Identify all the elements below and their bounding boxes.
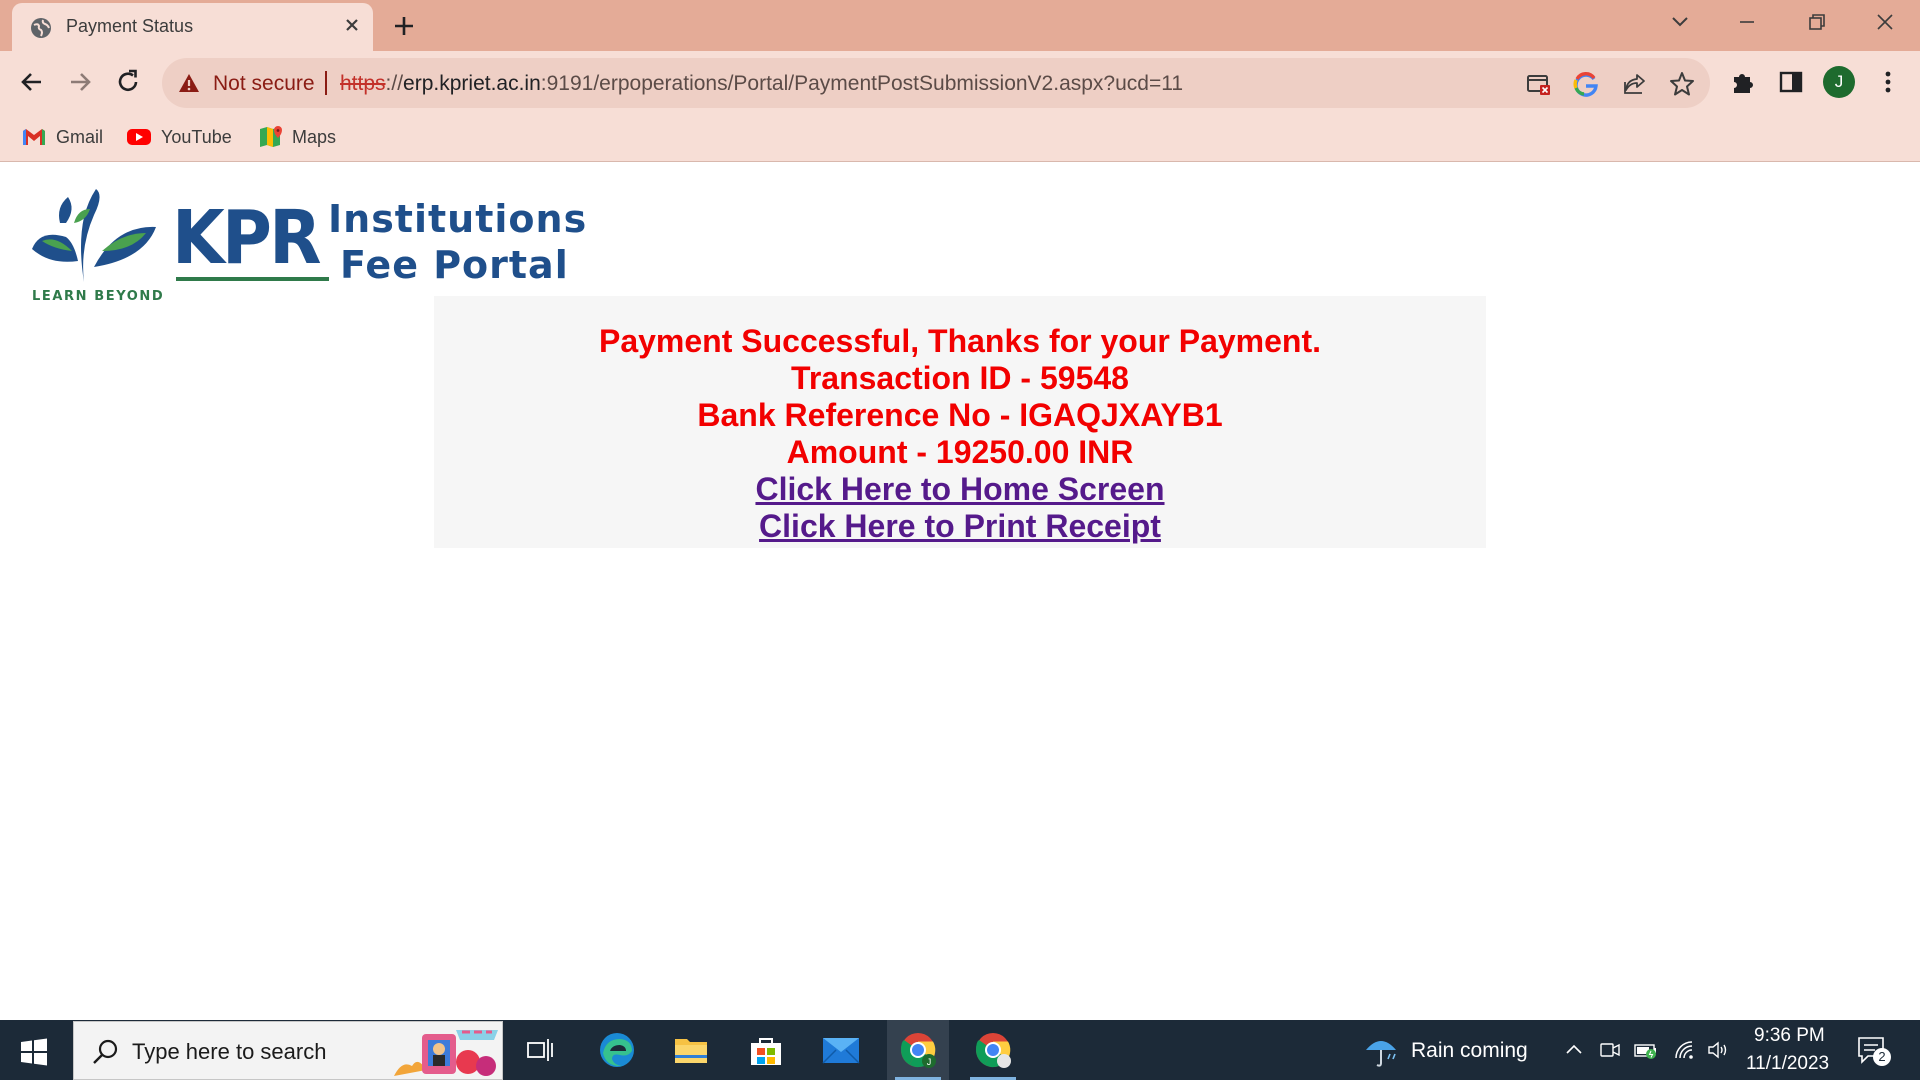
omnibox-divider <box>325 71 327 95</box>
restore-icon[interactable] <box>1798 8 1834 36</box>
weather-rain-icon[interactable] <box>1362 1032 1400 1070</box>
taskbar-edge[interactable] <box>586 1020 648 1080</box>
windows-start-icon[interactable] <box>20 1038 48 1066</box>
web-page: KPR Institutions Fee Portal LEARN BEYOND… <box>0 163 1920 1020</box>
action-center[interactable]: 2 <box>1856 1034 1891 1068</box>
taskbar-chrome[interactable] <box>962 1020 1024 1080</box>
taskbar-chrome-active[interactable]: J <box>887 1020 949 1080</box>
task-view-icon <box>527 1039 553 1061</box>
weather-text[interactable]: Rain coming <box>1411 1039 1528 1063</box>
reload-icon[interactable] <box>111 65 145 99</box>
new-tab-icon[interactable] <box>388 12 420 40</box>
volume-icon[interactable] <box>1706 1038 1730 1062</box>
tab-payment-status[interactable]: Payment Status <box>12 3 373 52</box>
side-panel-icon[interactable] <box>1774 65 1808 99</box>
taskbar-search-box[interactable]: Type here to search <box>73 1021 503 1080</box>
logo-underline <box>176 277 329 281</box>
gmail-icon <box>23 129 45 145</box>
url-text[interactable]: https://erp.kpriet.ac.in:9191/erpoperati… <box>340 72 1183 96</box>
logo-fee-portal: Fee Portal <box>340 243 569 287</box>
bookmark-label: YouTube <box>161 126 232 147</box>
url-path: :9191/erpoperations/Portal/PaymentPostSu… <box>540 72 1184 95</box>
logo-kpr-word: KPR <box>172 195 322 281</box>
taskbar-task-view[interactable] <box>509 1020 571 1080</box>
popup-blocked-icon[interactable] <box>1525 70 1553 98</box>
battery-charging-icon[interactable] <box>1634 1038 1658 1062</box>
url-host: erp.kpriet.ac.in <box>403 72 541 95</box>
warning-icon[interactable] <box>178 73 200 93</box>
google-lens-icon[interactable] <box>1572 70 1600 98</box>
taskbar-microsoft-store[interactable] <box>735 1020 797 1080</box>
taskbar-mail[interactable] <box>810 1020 872 1080</box>
payment-success-message: Payment Successful, Thanks for your Paym… <box>598 323 1321 359</box>
search-placeholder: Type here to search <box>132 1039 327 1064</box>
address-bar[interactable]: Not secure https://erp.kpriet.ac.in:9191… <box>162 58 1710 108</box>
bookmark-youtube[interactable]: YouTube <box>126 123 232 151</box>
bank-reference: Bank Reference No - IGAQJXAYB1 <box>697 397 1223 433</box>
tab-search-chevron-down-icon[interactable] <box>1662 8 1698 36</box>
kpr-logo: KPR Institutions Fee Portal LEARN BEYOND <box>26 183 626 304</box>
store-icon <box>751 1038 781 1065</box>
chrome-icon <box>976 1033 1011 1068</box>
menu-kebab-icon[interactable] <box>1871 65 1905 99</box>
wifi-icon[interactable] <box>1672 1038 1696 1062</box>
bookmark-gmail[interactable]: Gmail <box>21 123 103 151</box>
taskbar-file-explorer[interactable] <box>660 1020 722 1080</box>
folder-icon <box>675 1039 707 1063</box>
close-icon[interactable] <box>340 13 364 37</box>
chevron-up-icon[interactable] <box>1562 1038 1586 1062</box>
youtube-icon <box>127 129 151 145</box>
forward-arrow-icon[interactable] <box>63 65 97 99</box>
window-close-icon[interactable] <box>1867 8 1903 36</box>
bookmark-label: Maps <box>292 126 337 147</box>
print-receipt-link[interactable]: Click Here to Print Receipt <box>759 508 1161 545</box>
payment-status-panel: Payment Successful, Thanks for your Paym… <box>434 296 1486 548</box>
back-arrow-icon[interactable] <box>15 65 49 99</box>
browser-toolbar: Not secure https://erp.kpriet.ac.in:9191… <box>0 51 1920 113</box>
meet-now-icon[interactable] <box>1598 1038 1622 1062</box>
security-label[interactable]: Not secure <box>213 72 315 96</box>
bookmark-label: Gmail <box>56 126 104 147</box>
share-icon[interactable] <box>1620 70 1648 98</box>
transaction-id: Transaction ID - 59548 <box>791 360 1129 396</box>
logo-tagline: LEARN BEYOND <box>32 289 165 304</box>
home-screen-link[interactable]: Click Here to Home Screen <box>755 471 1164 508</box>
logo-institutions: Institutions <box>328 197 588 241</box>
notification-count-badge: 2 <box>1873 1048 1891 1066</box>
extensions-puzzle-icon[interactable] <box>1726 65 1760 99</box>
bookmarks-bar: Gmail YouTube Maps <box>0 113 1920 162</box>
mail-icon <box>822 1038 860 1064</box>
tab-title: Payment Status <box>66 16 194 36</box>
bookmark-maps[interactable]: Maps <box>257 123 336 151</box>
kpr-leaf-logo-icon <box>32 189 156 282</box>
clock-time[interactable]: 9:36 PM <box>1754 1025 1825 1047</box>
edge-browser-icon <box>600 1033 634 1067</box>
search-highlight-illustration <box>394 1030 498 1076</box>
svg-text:J: J <box>927 1057 932 1067</box>
profile-avatar[interactable]: J <box>1823 66 1855 98</box>
tab-strip: Payment Status <box>0 0 1920 52</box>
windows-taskbar: Type here to search J Rain coming 9:36 P… <box>0 1020 1920 1080</box>
globe-icon <box>31 18 51 38</box>
clock-date[interactable]: 11/1/2023 <box>1746 1053 1829 1075</box>
url-scheme: https <box>340 72 386 95</box>
payment-amount: Amount - 19250.00 INR <box>786 434 1134 470</box>
chrome-icon: J <box>901 1033 936 1068</box>
minimize-icon[interactable] <box>1729 8 1765 36</box>
maps-icon <box>260 126 282 147</box>
search-icon <box>93 1039 118 1064</box>
url-separator: :// <box>385 72 404 95</box>
bookmark-star-icon[interactable] <box>1668 70 1696 98</box>
